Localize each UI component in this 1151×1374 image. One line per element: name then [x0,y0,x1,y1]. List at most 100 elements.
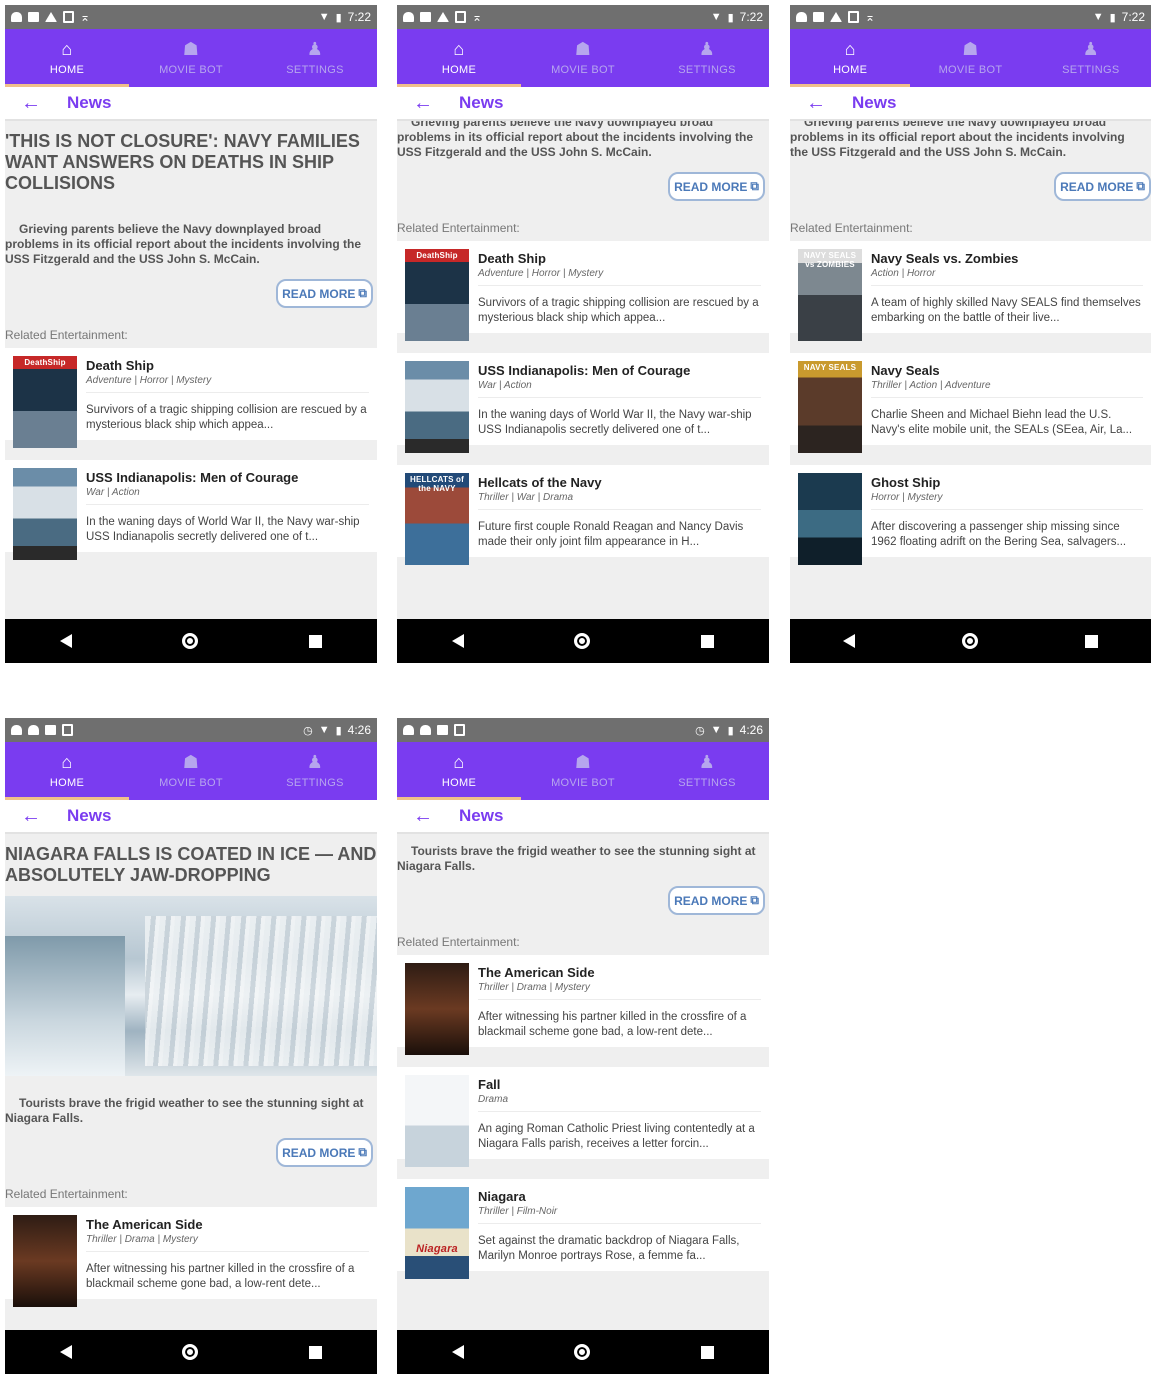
nav-back-icon[interactable] [452,634,465,648]
back-arrow-icon[interactable]: ← [21,93,41,113]
movie-card[interactable]: Ghost Ship Horror | Mystery After discover… [790,465,1151,565]
nav-home-icon[interactable] [182,633,199,649]
news-header: ← News [790,87,1151,121]
tab-movie-bot[interactable]: ☗ MOVIE BOT [521,742,645,800]
system-nav-bar [5,619,377,663]
battery-icon: ▮ [335,724,342,737]
tab-home[interactable]: ⌂ HOME [5,742,129,800]
news-content[interactable]: Grieving parents believe the Navy downpl… [397,121,769,619]
movie-title: Death Ship [86,358,154,373]
movie-poster: NAVY SEALS [798,361,862,453]
movie-card[interactable]: DeathShip Death Ship Adventure | Horror |… [5,348,377,448]
nav-home-icon[interactable] [574,1344,591,1360]
movie-card[interactable]: The American Side Thriller | Drama | Myst… [5,1207,377,1307]
robot-icon: ☗ [962,39,979,59]
news-content[interactable]: 'THIS IS NOT CLOSURE': NAVY FAMILIES WAN… [5,121,377,619]
nav-home-icon[interactable] [182,1344,199,1360]
movie-card[interactable]: NAVY SEALS vs ZOMBIES Navy Seals vs. Zom… [790,241,1151,341]
tab-settings[interactable]: ♟ SETTINGS [645,29,769,87]
movie-card[interactable]: NAVY SEALS Navy Seals Thriller | Action |… [790,353,1151,453]
movie-card[interactable]: Fall Drama An aging Roman Catholic Priest … [397,1067,769,1167]
article-image [5,896,377,1076]
movie-genre: Adventure | Horror | Mystery [478,268,761,286]
related-label: Related Entertainment: [5,1187,128,1201]
tab-home[interactable]: ⌂ HOME [397,29,521,87]
wifi-icon: ▼ [318,11,330,23]
back-arrow-icon[interactable]: ← [21,806,41,826]
tab-home[interactable]: ⌂ HOME [5,29,129,87]
movie-poster [405,963,469,1055]
related-label: Related Entertainment: [397,221,520,235]
movie-description: An aging Roman Catholic Priest living co… [478,1123,755,1150]
movie-title: The American Side [86,1217,203,1232]
page-title: News [459,806,504,825]
back-arrow-icon[interactable]: ← [806,93,826,113]
nav-home-icon[interactable] [574,633,591,649]
cast-icon: ⌅ [80,10,91,24]
movie-card[interactable]: Niagara Niagara Thriller | Film-Noir Set a… [397,1179,769,1279]
clock: 4:26 [347,723,371,737]
cast-icon: ⌅ [472,10,483,24]
external-link-icon: ⧉ [750,179,759,193]
nav-recents-icon[interactable] [308,1345,322,1359]
movie-poster: Niagara [405,1187,469,1279]
nav-recents-icon[interactable] [700,1345,714,1359]
tab-bar: ⌂ HOME ☗ MOVIE BOT ♟ SETTINGS [5,742,377,800]
read-more-button[interactable]: READ MORE ⧉ [668,172,765,201]
article-summary: Grieving parents believe the Navy downpl… [790,121,1125,159]
movie-description: Survivors of a tragic shipping collision… [86,404,367,431]
movie-card[interactable]: USS Indianapolis: Men of Courage War | Ac… [397,353,769,453]
article-summary: Grieving parents believe the Navy downpl… [397,121,754,159]
read-more-button[interactable]: READ MORE ⧉ [1054,172,1151,201]
external-link-icon: ⧉ [358,1145,367,1159]
movie-title: Navy Seals vs. Zombies [871,251,1019,266]
tab-home[interactable]: ⌂ HOME [790,29,911,87]
external-link-icon: ⧉ [358,286,367,300]
read-more-button[interactable]: READ MORE ⧉ [276,279,373,308]
tab-bar: ⌂ HOME ☗ MOVIE BOT ♟ SETTINGS [397,29,769,87]
battery-icon: ▮ [727,724,734,737]
nav-back-icon[interactable] [843,634,856,648]
related-label: Related Entertainment: [5,328,128,342]
nav-recents-icon[interactable] [308,634,322,648]
movie-poster: DeathShip [405,249,469,341]
movie-poster [798,473,862,565]
nav-recents-icon[interactable] [700,634,714,648]
read-more-button[interactable]: READ MORE ⧉ [668,886,765,915]
news-content[interactable]: Grieving parents believe the Navy downpl… [790,121,1151,619]
tab-bar: ⌂ HOME ☗ MOVIE BOT ♟ SETTINGS [790,29,1151,87]
home-icon: ⌂ [844,39,856,59]
tab-movie-bot[interactable]: ☗ MOVIE BOT [910,29,1030,87]
page-title: News [67,806,112,825]
back-arrow-icon[interactable]: ← [413,93,433,113]
tab-settings[interactable]: ♟ SETTINGS [1031,29,1151,87]
movie-title: Navy Seals [871,363,940,378]
nav-back-icon[interactable] [60,634,73,648]
read-more-button[interactable]: READ MORE ⧉ [276,1138,373,1167]
tab-settings[interactable]: ♟ SETTINGS [253,29,377,87]
tab-movie-bot[interactable]: ☗ MOVIE BOT [129,29,253,87]
news-content[interactable]: NIAGARA FALLS IS COATED IN ICE — AND ABS… [5,834,377,1330]
movie-genre: Thriller | War | Drama [478,492,761,510]
movie-card[interactable]: USS Indianapolis: Men of Courage War | Ac… [5,460,377,560]
nav-back-icon[interactable] [60,1345,73,1359]
movie-card[interactable]: DeathShip Death Ship Adventure | Horror |… [397,241,769,341]
tab-movie-bot[interactable]: ☗ MOVIE BOT [129,742,253,800]
system-nav-bar [790,619,1151,663]
movie-title: Hellcats of the Navy [478,475,602,490]
back-arrow-icon[interactable]: ← [413,806,433,826]
tab-home[interactable]: ⌂ HOME [397,742,521,800]
nav-recents-icon[interactable] [1084,634,1098,648]
nav-back-icon[interactable] [452,1345,465,1359]
movie-card[interactable]: HELLCATS of the NAVY Hellcats of the Nav… [397,465,769,565]
movie-card[interactable]: The American Side Thriller | Drama | Myst… [397,955,769,1055]
tab-settings[interactable]: ♟ SETTINGS [645,742,769,800]
news-content[interactable]: Tourists brave the frigid weather to see… [397,834,769,1330]
tab-settings[interactable]: ♟ SETTINGS [253,742,377,800]
nav-home-icon[interactable] [961,633,978,649]
person-icon: ♟ [698,752,716,772]
tab-movie-bot[interactable]: ☗ MOVIE BOT [521,29,645,87]
person-icon: ♟ [698,39,716,59]
news-header: ← News [397,87,769,121]
movie-poster [405,361,469,453]
